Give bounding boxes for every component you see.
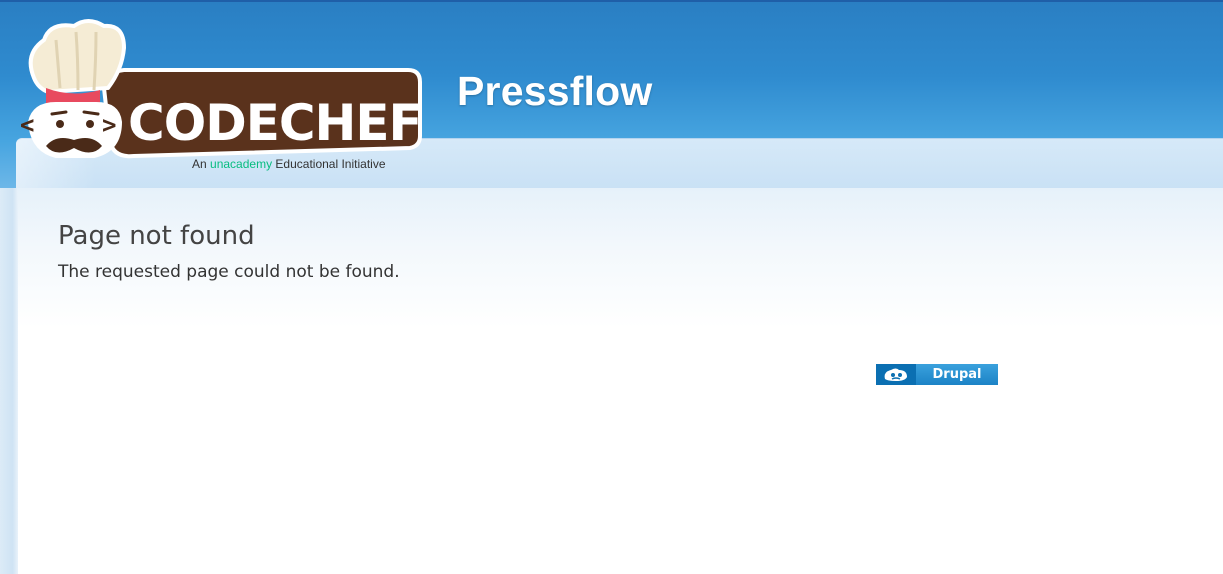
page-title: Page not found [58, 221, 255, 251]
chef-hat-icon: < > CODECHEF [20, 19, 423, 159]
sidebar-strip [0, 188, 18, 574]
site-name-link[interactable]: Pressflow [457, 68, 653, 115]
svg-text:CODECHEF: CODECHEF [128, 94, 422, 152]
powered-by-drupal-badge[interactable]: Drupal [876, 364, 998, 385]
svg-text:>: > [102, 111, 116, 139]
logo-tagline: An unacademy Educational Initiative [192, 157, 386, 171]
svg-text:<: < [20, 111, 34, 139]
tagline-prefix: An [192, 157, 207, 171]
tagline-suffix: Educational Initiative [275, 157, 386, 171]
page: < > CODECHEF An unacademy Educational In… [0, 0, 1223, 574]
drupal-drop-icon [876, 364, 916, 385]
tagline-brand: unacademy [210, 157, 273, 171]
page-message: The requested page could not be found. [58, 262, 400, 282]
codechef-logo[interactable]: < > CODECHEF [16, 18, 426, 178]
drupal-label: Drupal [916, 364, 998, 385]
